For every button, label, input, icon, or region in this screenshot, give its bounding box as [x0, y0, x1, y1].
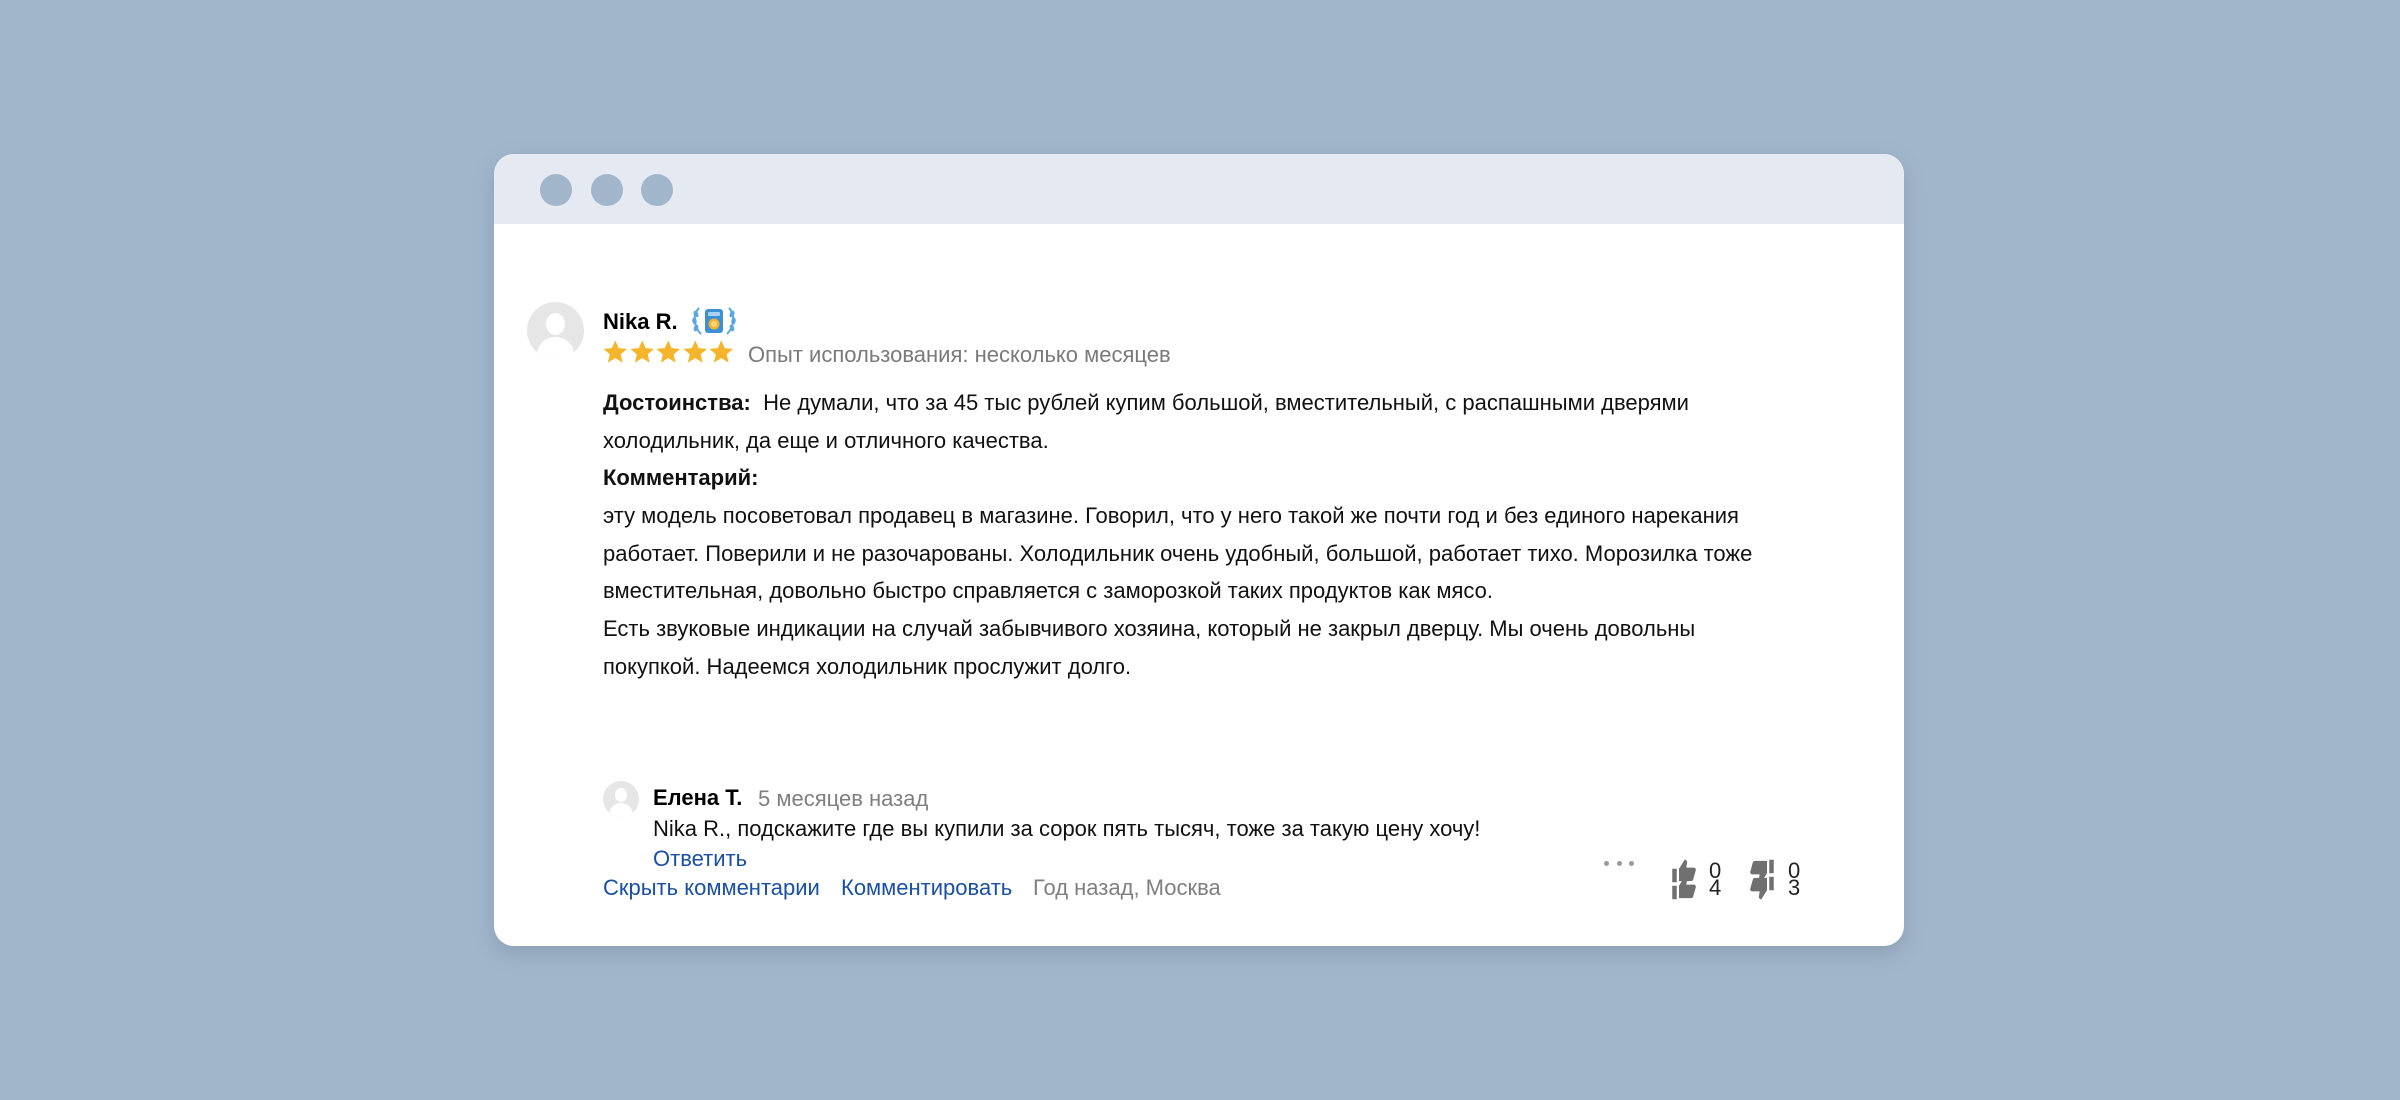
avatar-head [546, 313, 565, 335]
rating-stars [602, 337, 735, 367]
reply-avatar [603, 781, 639, 817]
more-dot [1616, 861, 1622, 866]
avatar-head [615, 788, 627, 802]
more-dot [1629, 861, 1634, 866]
star-icon [656, 340, 681, 363]
comment-body: эту модель посоветовал продавец в магази… [603, 497, 1803, 686]
reply-button[interactable]: Ответить [653, 845, 747, 873]
avatar [527, 302, 584, 359]
star-icon [682, 340, 707, 363]
reply-like-button[interactable]: 0 [1670, 857, 1721, 885]
comment-link[interactable]: Комментировать [841, 874, 1012, 902]
star-icon [709, 340, 734, 363]
reply-like-count: 0 [1709, 858, 1722, 883]
advantages-section: Достоинства: Не думали, что за 45 тыс ру… [603, 384, 1803, 459]
more-dot [1604, 861, 1609, 866]
comment-line: Есть звуковые индикации на случай забывч… [603, 616, 1696, 642]
review-meta: Год назад, Москва [1033, 875, 1221, 900]
advantages-label: Достоинства: [603, 390, 751, 415]
usage-experience: Опыт использования: несколько месяцев [748, 342, 1171, 367]
avatar-body [537, 337, 574, 359]
reply-time: 5 месяцев назад [758, 786, 929, 811]
comment-line: вместительная, довольно быстро справляет… [603, 578, 1494, 604]
comment-label: Комментарий: [603, 465, 759, 490]
thumbs-up-icon [1672, 859, 1696, 883]
window-titlebar [494, 154, 1904, 224]
reply-text: Nika R., подскажите где вы купили за сор… [653, 816, 1481, 841]
comment-line: покупкой. Надеемся холодильник прослужит… [603, 653, 1132, 679]
reply-author-name[interactable]: Елена Т. [653, 784, 742, 812]
window-control-dot[interactable] [641, 174, 673, 206]
review-author-name[interactable]: Nika R. [603, 308, 678, 336]
star-icon [629, 340, 654, 363]
review-card: Nika R. Опыт использования: несколько ме… [494, 224, 1904, 946]
avatar-body [609, 803, 633, 817]
browser-window: Nika R. Опыт использования: несколько ме… [494, 154, 1904, 946]
comment-line: работает. Поверили и не разочарованы. Хо… [603, 540, 1753, 566]
laurel-badge-icon [692, 307, 736, 335]
thumbs-down-icon [1750, 859, 1774, 883]
star-icon [603, 340, 628, 363]
window-control-dot[interactable] [591, 174, 623, 206]
window-control-dot[interactable] [540, 174, 572, 206]
reply-dislike-count: 0 [1788, 858, 1801, 883]
hide-comments-link[interactable]: Скрыть комментарии [603, 874, 820, 902]
reply-dislike-button[interactable]: 0 [1749, 857, 1800, 885]
more-options-icon[interactable] [1604, 861, 1634, 869]
advantages-text: Не думали, что за 45 тыс рублей купим бо… [603, 390, 1689, 453]
comment-line: эту модель посоветовал продавец в магази… [603, 503, 1739, 528]
